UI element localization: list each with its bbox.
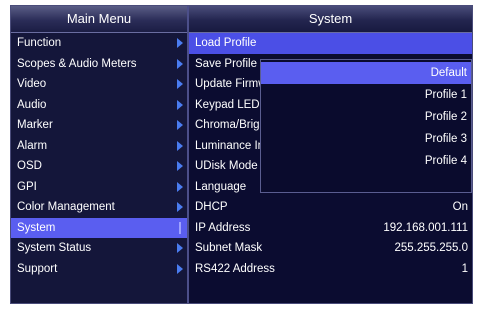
chevron-right-icon (177, 140, 183, 151)
menu-item-label: System Status (17, 242, 92, 254)
main-menu-panel: Main Menu Function Scopes & Audio Meters… (11, 6, 187, 303)
chevron-right-icon (177, 79, 183, 89)
chevron-right-icon (177, 58, 183, 69)
menu-item-label: Alarm (17, 139, 48, 152)
system-item-rs422-address[interactable]: RS422 Address 1 (189, 259, 472, 280)
system-item-label: RS422 Address (195, 262, 275, 275)
menu-item-label: Function (17, 37, 62, 49)
chevron-right-icon (177, 38, 183, 48)
system-item-label: Language (195, 180, 247, 193)
popup-option-profile-4[interactable]: Profile 4 (261, 150, 471, 172)
menu-item-label: GPI (17, 180, 37, 193)
menu-item-osd[interactable]: OSD (11, 156, 187, 177)
chevron-right-icon (177, 120, 183, 130)
system-item-value: On (452, 201, 468, 213)
menu-item-marker[interactable]: Marker (11, 115, 187, 136)
system-item-value: 1 (461, 262, 468, 275)
system-item-load-profile[interactable]: Load Profile (189, 33, 472, 54)
menu-item-label: System (17, 221, 56, 234)
system-item-label: Save Profile (195, 57, 258, 70)
chevron-right-icon (177, 202, 183, 212)
chevron-right-icon (177, 263, 183, 274)
menu-item-label: Video (17, 78, 47, 90)
menu-item-system[interactable]: System (11, 217, 187, 238)
system-item-subnet-mask[interactable]: Subnet Mask 255.255.255.0 (189, 238, 472, 259)
menu-item-color-management[interactable]: Color Management (11, 197, 187, 218)
system-item-label: Load Profile (195, 37, 257, 49)
system-item-ip-address[interactable]: IP Address 192.168.001.111 (189, 218, 472, 239)
selection-marker (179, 221, 181, 234)
main-menu-title: Main Menu (11, 6, 187, 33)
menu-item-label: Support (17, 262, 58, 275)
menu-item-audio[interactable]: Audio (11, 95, 187, 116)
menu-item-scopes-audio-meters[interactable]: Scopes & Audio Meters (11, 54, 187, 75)
chevron-right-icon (177, 161, 183, 171)
menu-item-gpi[interactable]: GPI (11, 177, 187, 198)
popup-option-profile-2[interactable]: Profile 2 (261, 106, 471, 128)
system-item-value: 255.255.255.0 (394, 242, 468, 254)
popup-option-default[interactable]: Default (261, 62, 471, 84)
chevron-right-icon (177, 181, 183, 192)
chevron-right-icon (177, 243, 183, 253)
popup-option-profile-3[interactable]: Profile 3 (261, 128, 471, 150)
menu-item-alarm[interactable]: Alarm (11, 136, 187, 157)
system-item-label: Subnet Mask (195, 242, 263, 254)
system-item-label: IP Address (195, 221, 251, 234)
menu-item-video[interactable]: Video (11, 74, 187, 95)
system-item-label: DHCP (195, 201, 228, 213)
menu-item-label: Color Management (17, 201, 115, 213)
load-profile-popup: Default Profile 1 Profile 2 Profile 3 Pr… (260, 59, 472, 193)
menu-item-label: Audio (17, 98, 47, 111)
chevron-right-icon (177, 99, 183, 110)
menu-item-label: Marker (17, 119, 53, 131)
system-item-label: Keypad LED (195, 98, 260, 111)
system-item-value: 192.168.001.111 (383, 221, 468, 234)
menu-item-label: OSD (17, 160, 42, 172)
popup-option-profile-1[interactable]: Profile 1 (261, 84, 471, 106)
menu-item-system-status[interactable]: System Status (11, 238, 187, 259)
menu-item-function[interactable]: Function (11, 33, 187, 54)
menu-item-label: Scopes & Audio Meters (17, 57, 137, 70)
menu-item-support[interactable]: Support (11, 259, 187, 280)
system-item-label: UDisk Mode (195, 160, 258, 172)
system-title: System (189, 6, 472, 33)
system-item-dhcp[interactable]: DHCP On (189, 197, 472, 218)
